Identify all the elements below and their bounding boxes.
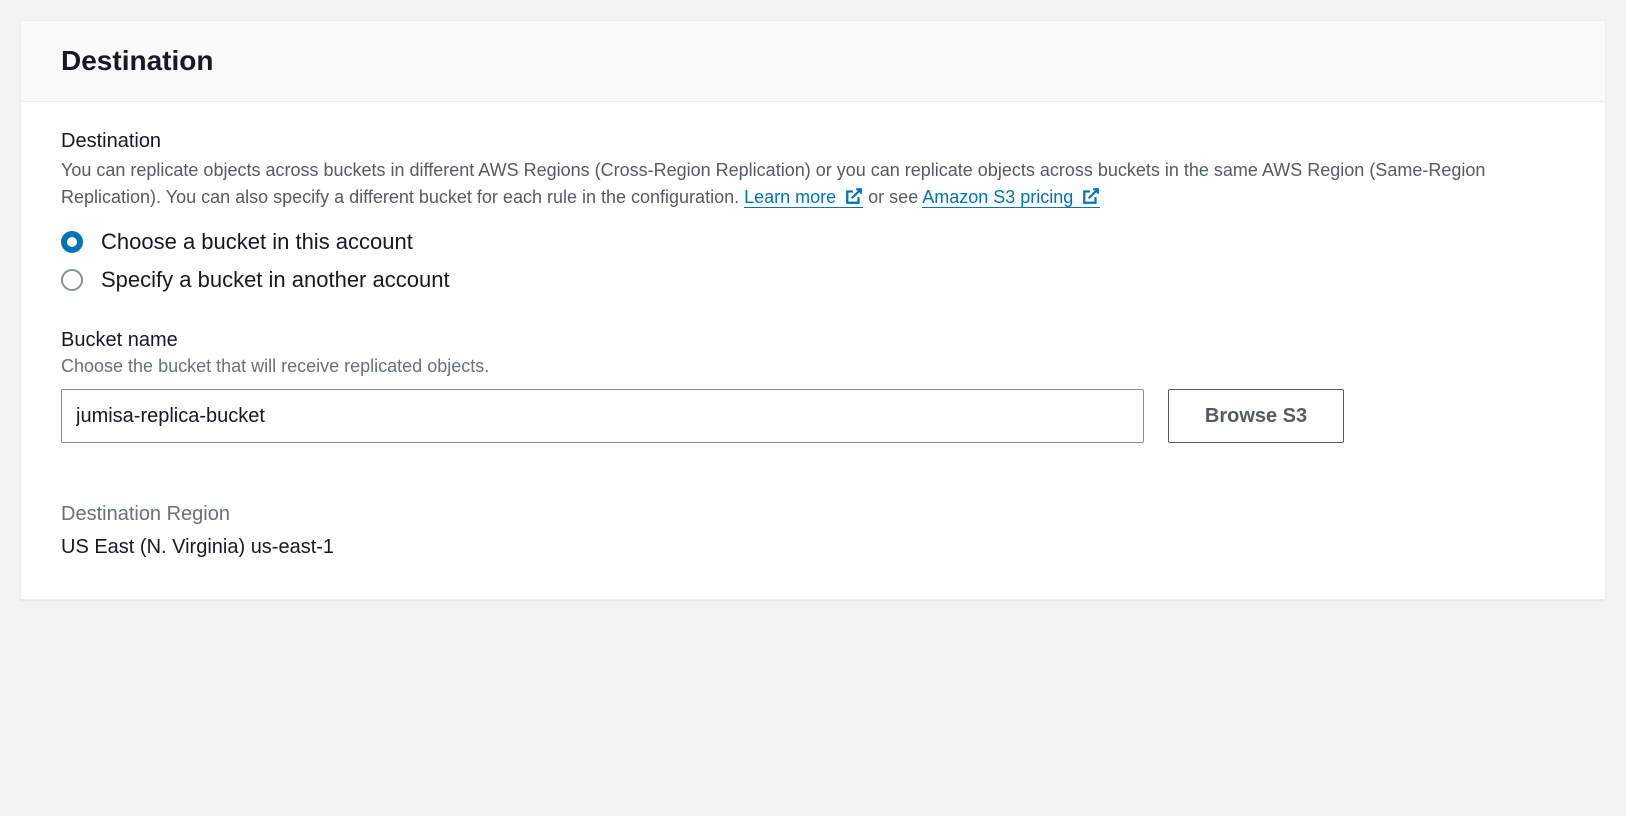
destination-section-label: Destination [61, 130, 1565, 153]
bucket-name-input[interactable] [61, 389, 1144, 443]
external-link-icon [1082, 186, 1100, 213]
destination-description: You can replicate objects across buckets… [61, 157, 1565, 213]
destination-description-mid: or see [868, 187, 922, 207]
panel-body: Destination You can replicate objects ac… [21, 102, 1605, 599]
destination-panel: Destination Destination You can replicat… [20, 20, 1606, 600]
radio-this-account-label: Choose a bucket in this account [101, 229, 413, 255]
panel-title: Destination [61, 45, 1565, 77]
pricing-link[interactable]: Amazon S3 pricing [922, 187, 1100, 208]
radio-another-account-label: Specify a bucket in another account [101, 267, 450, 293]
destination-region-value: US East (N. Virginia) us-east-1 [61, 536, 1565, 559]
panel-header: Destination [21, 21, 1605, 102]
destination-radio-group: Choose a bucket in this account Specify … [61, 229, 1565, 293]
bucket-name-label: Bucket name [61, 329, 1565, 352]
external-link-icon [845, 186, 863, 213]
radio-button-icon [61, 269, 83, 291]
bucket-input-row: Browse S3 [61, 389, 1565, 443]
radio-this-account[interactable]: Choose a bucket in this account [61, 229, 1565, 255]
browse-s3-button[interactable]: Browse S3 [1168, 389, 1344, 443]
radio-button-icon [61, 231, 83, 253]
destination-region-label: Destination Region [61, 503, 1565, 526]
radio-another-account[interactable]: Specify a bucket in another account [61, 267, 1565, 293]
learn-more-link[interactable]: Learn more [744, 187, 863, 208]
bucket-name-hint: Choose the bucket that will receive repl… [61, 356, 1565, 377]
